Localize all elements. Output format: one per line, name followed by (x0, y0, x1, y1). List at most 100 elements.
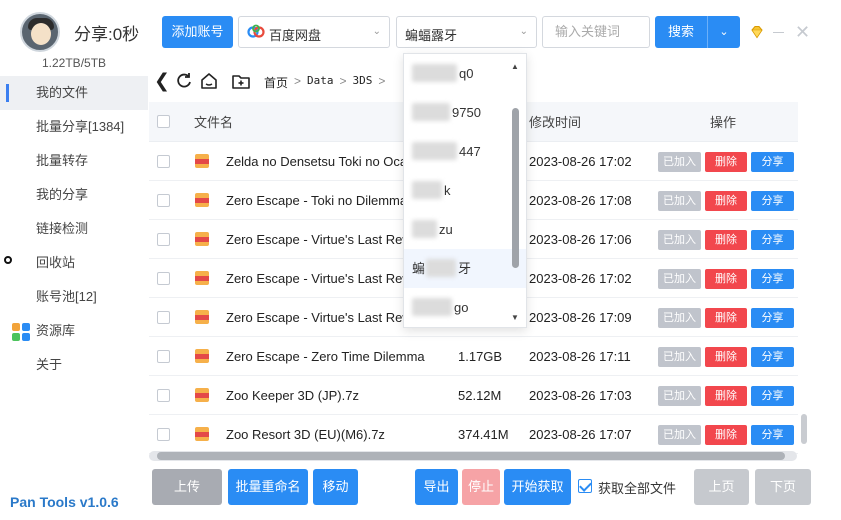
file-name[interactable]: Zero Escape - Toki no Dilemma (226, 193, 406, 208)
added-button[interactable]: 已加入 (658, 347, 701, 367)
batch-rename-button[interactable]: 批量重命名 (228, 469, 308, 505)
row-checkbox[interactable] (157, 427, 170, 441)
table-row[interactable]: Zoo Keeper 3D (JP).7z 52.12M 2023-08-26 17… (149, 376, 798, 415)
column-header-name[interactable]: 文件名 (194, 112, 233, 131)
row-checkbox[interactable] (157, 232, 170, 246)
table-row[interactable]: Zero Escape - Zero Time Dilemma 1.17GB 202… (149, 337, 798, 376)
share-button[interactable]: 分享 (751, 230, 794, 250)
breadcrumb-item[interactable]: Data (307, 74, 334, 91)
scrollbar-thumb[interactable] (157, 452, 785, 460)
sidebar-item-label: 回收站 (36, 255, 76, 270)
added-button[interactable]: 已加入 (658, 191, 701, 211)
breadcrumb-item[interactable]: 3DS (353, 74, 373, 91)
scrollbar-thumb[interactable] (512, 108, 519, 268)
dropdown-scrollbar[interactable]: ▲ ▼ (511, 62, 520, 322)
avatar[interactable] (20, 12, 60, 52)
row-checkbox[interactable] (157, 193, 170, 207)
sidebar-item-my-files[interactable]: 我的文件 (0, 76, 148, 110)
dropdown-item[interactable]: 9750 (404, 93, 526, 132)
file-name[interactable]: Zoo Keeper 3D (JP).7z (226, 388, 451, 403)
file-name[interactable]: Zero Escape - Zero Time Dilemma (226, 349, 451, 364)
dropdown-item[interactable]: 蝙牙 (404, 249, 526, 288)
delete-button[interactable]: 删除 (705, 230, 747, 250)
sidebar-item-about[interactable]: 关于 (0, 348, 148, 382)
search-input[interactable]: 输入关键词 (542, 16, 650, 48)
sidebar-item-recycle-bin[interactable]: 回收站 (0, 246, 148, 280)
dropdown-item[interactable]: go (404, 288, 526, 327)
file-name[interactable]: Zoo Resort 3D (EU)(M6).7z (226, 427, 451, 442)
share-button[interactable]: 分享 (751, 386, 794, 406)
vertical-scrollbar[interactable] (801, 414, 807, 444)
added-button[interactable]: 已加入 (658, 269, 701, 289)
share-button[interactable]: 分享 (751, 347, 794, 367)
row-checkbox[interactable] (157, 349, 170, 363)
sidebar-item-batch-transfer[interactable]: 批量转存 (0, 144, 148, 178)
select-all-checkbox[interactable] (157, 115, 170, 128)
fetch-all-checkbox[interactable] (578, 479, 592, 493)
add-account-button[interactable]: 添加账号 (162, 16, 233, 48)
share-button[interactable]: 分享 (751, 308, 794, 328)
row-checkbox[interactable] (157, 154, 170, 168)
delete-button[interactable]: 删除 (705, 269, 747, 289)
dropdown-item[interactable]: q0 (404, 54, 526, 93)
file-name[interactable]: Zelda no Densetsu Toki no Ocarina 3D (226, 154, 406, 169)
delete-button[interactable]: 删除 (705, 347, 747, 367)
scroll-down-icon[interactable]: ▼ (511, 313, 519, 322)
sidebar-item-batch-share[interactable]: 批量分享[1384] (0, 110, 148, 144)
row-checkbox[interactable] (157, 310, 170, 324)
added-button[interactable]: 已加入 (658, 308, 701, 328)
prev-page-button[interactable]: 上页 (694, 469, 749, 505)
share-button[interactable]: 分享 (751, 269, 794, 289)
pan-select[interactable]: 百度网盘 ⌄ (238, 16, 390, 48)
breadcrumb-home[interactable]: 首页 (264, 74, 288, 91)
dropdown-item[interactable]: zu (404, 210, 526, 249)
scroll-up-icon[interactable]: ▲ (511, 62, 519, 71)
share-button[interactable]: 分享 (751, 191, 794, 211)
file-name[interactable]: Zero Escape - Virtue's Last Reward (226, 271, 406, 286)
file-modified-time: 2023-08-26 17:06 (529, 231, 632, 247)
minimize-icon[interactable] (773, 32, 784, 33)
table-row[interactable]: Zoo Resort 3D (EU)(M6).7z 374.41M 2023-08-… (149, 415, 798, 454)
start-fetch-button[interactable]: 开始获取 (504, 469, 571, 505)
sidebar-item-resource-library[interactable]: 资源库 (0, 314, 148, 348)
dropdown-item[interactable]: k (404, 171, 526, 210)
sidebar-item-link-check[interactable]: 链接检测 (0, 212, 148, 246)
stop-button[interactable]: 停止 (462, 469, 500, 505)
horizontal-scrollbar[interactable] (149, 451, 797, 461)
row-checkbox[interactable] (157, 271, 170, 285)
share-button[interactable]: 分享 (751, 152, 794, 172)
refresh-icon[interactable] (175, 70, 193, 92)
account-select[interactable]: 蝙蝠露牙 ⌄ (396, 16, 537, 48)
sidebar-item-account-pool[interactable]: 账号池[12] (0, 280, 148, 314)
delete-button[interactable]: 删除 (705, 191, 747, 211)
added-button[interactable]: 已加入 (658, 386, 701, 406)
fetch-all-label[interactable]: 获取全部文件 (598, 478, 676, 497)
added-button[interactable]: 已加入 (658, 425, 701, 445)
added-button[interactable]: 已加入 (658, 152, 701, 172)
share-button[interactable]: 分享 (751, 425, 794, 445)
delete-button[interactable]: 删除 (705, 152, 747, 172)
added-button[interactable]: 已加入 (658, 230, 701, 250)
new-folder-icon[interactable] (231, 70, 251, 92)
delete-button[interactable]: 删除 (705, 308, 747, 328)
move-button[interactable]: 移动 (313, 469, 358, 505)
file-name[interactable]: Zero Escape - Virtue's Last Reward (226, 310, 406, 325)
dropdown-item[interactable]: 447 (404, 132, 526, 171)
file-name[interactable]: Zero Escape - Virtue's Last Reward (226, 232, 406, 247)
search-button[interactable]: 搜索 ⌄ (655, 16, 740, 48)
home-icon[interactable] (199, 70, 219, 92)
file-modified-time: 2023-08-26 17:02 (529, 270, 632, 286)
chevron-down-icon[interactable]: ⌄ (707, 16, 740, 48)
next-page-button[interactable]: 下页 (755, 469, 811, 505)
upload-button[interactable]: 上传 (152, 469, 222, 505)
close-icon[interactable]: ✕ (795, 23, 810, 41)
file-modified-time: 2023-08-26 17:03 (529, 387, 632, 403)
back-icon[interactable]: ❮ (154, 70, 170, 92)
delete-button[interactable]: 删除 (705, 425, 747, 445)
export-button[interactable]: 导出 (415, 469, 458, 505)
sidebar-item-my-shares[interactable]: 我的分享 (0, 178, 148, 212)
column-header-time[interactable]: 修改时间 (529, 112, 581, 131)
diamond-icon[interactable] (750, 25, 764, 39)
delete-button[interactable]: 删除 (705, 386, 747, 406)
row-checkbox[interactable] (157, 388, 170, 402)
